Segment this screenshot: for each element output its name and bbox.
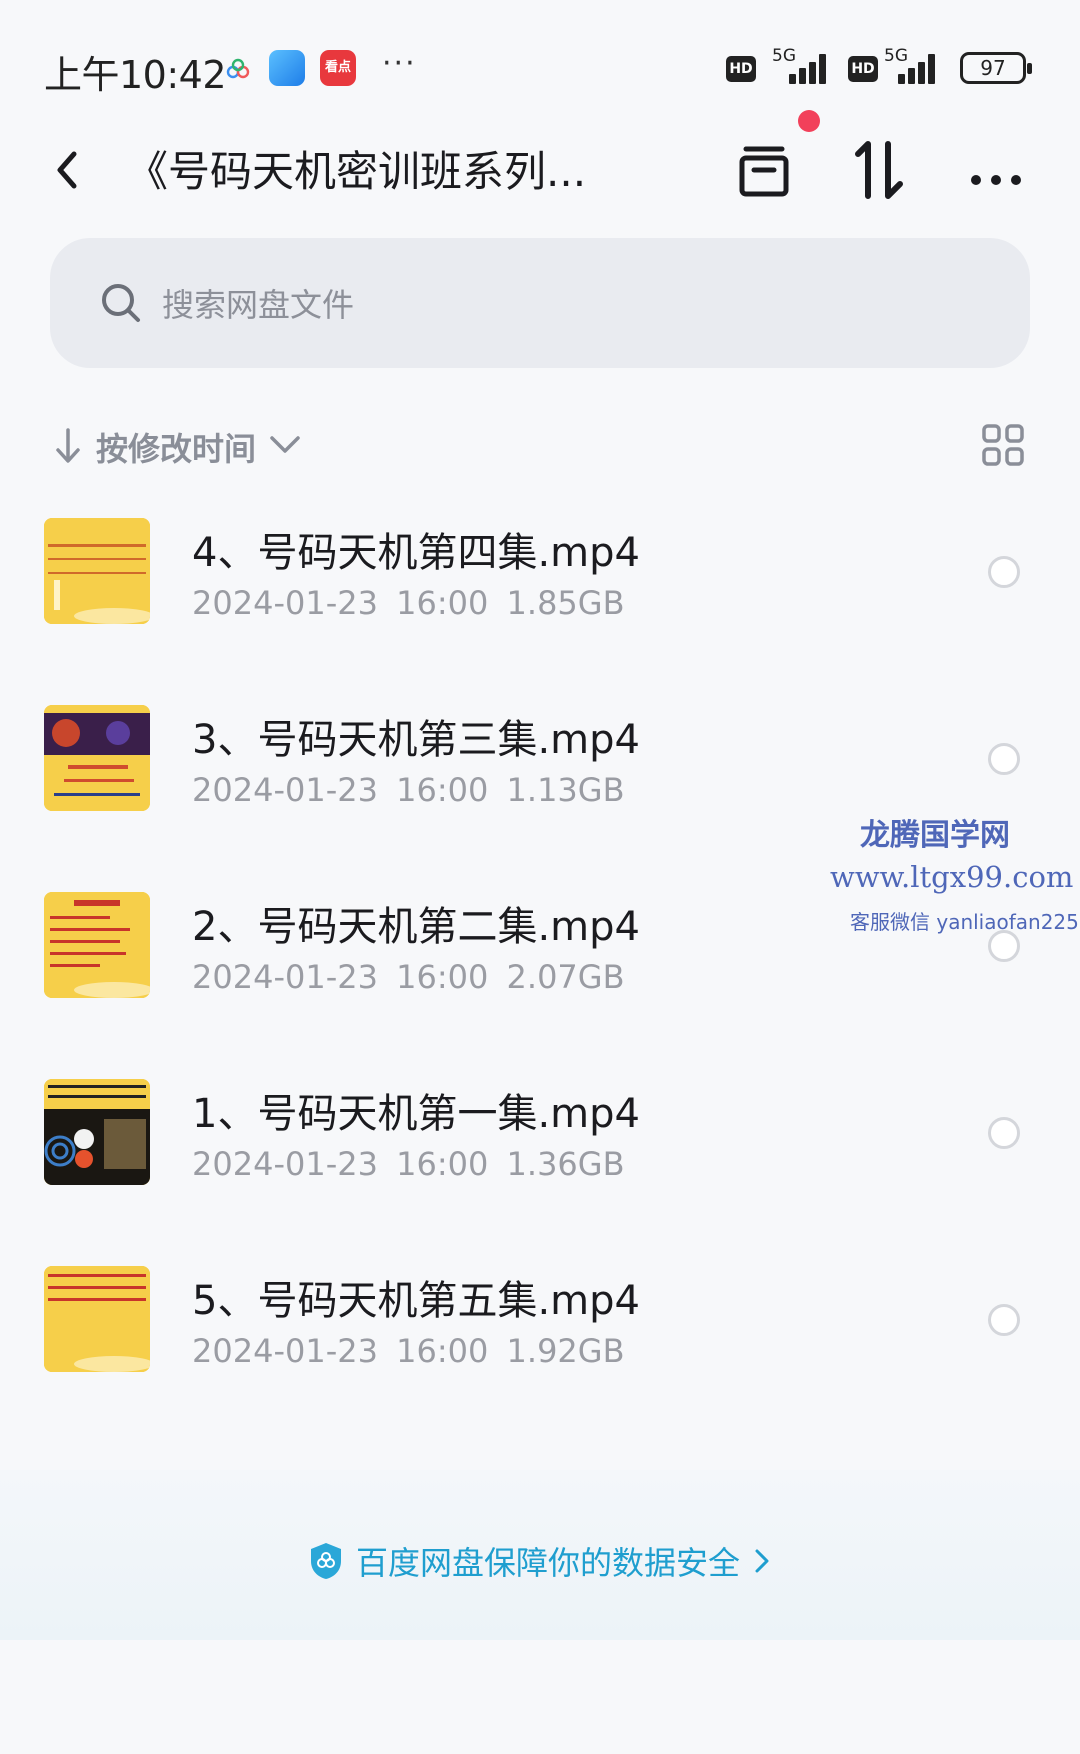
video-thumbnail (44, 705, 150, 811)
news-app-icon: 看点 (320, 50, 356, 86)
file-list: 4、号码天机第四集.mp4 2024-01-23 16:00 1.85GB 3、… (0, 500, 1080, 1435)
file-size: 1.92GB (506, 1332, 625, 1370)
file-name: 2、号码天机第二集.mp4 (192, 904, 640, 950)
sort-bar: 按修改时间 (0, 412, 1080, 474)
select-radio[interactable] (988, 556, 1020, 588)
watermark-title: 龙腾国学网 (860, 818, 1010, 853)
file-name: 1、号码天机第一集.mp4 (192, 1091, 640, 1137)
watermark-contact: 客服微信 yanliaofan225 (850, 910, 1079, 934)
folder-title: 《号码天机密训班系列... (126, 147, 587, 196)
file-row[interactable]: 5、号码天机第五集.mp4 2024-01-23 16:00 1.92GB (0, 1248, 1080, 1435)
data-safety-link[interactable]: 百度网盘保障你的数据安全 (0, 1538, 1080, 1589)
battery-indicator: 97 (960, 52, 1032, 84)
hd-voice-icon-2: HD (848, 56, 878, 82)
back-arrow-icon[interactable] (40, 140, 100, 200)
file-size: 2.07GB (506, 958, 625, 996)
file-time: 16:00 (396, 958, 489, 996)
sort-order-icon[interactable] (844, 134, 916, 206)
watermark-url: www.ltgx99.com (830, 860, 1074, 894)
shield-icon (310, 1543, 341, 1579)
file-time: 16:00 (396, 584, 489, 622)
chevron-down-icon[interactable] (268, 434, 302, 456)
video-thumbnail (44, 1079, 150, 1185)
video-thumbnail (44, 892, 150, 998)
video-thumbnail (44, 1266, 150, 1372)
search-icon (102, 284, 140, 322)
file-size: 1.36GB (506, 1145, 625, 1183)
signal-bars-icon (775, 54, 826, 84)
select-radio[interactable] (988, 743, 1020, 775)
file-meta: 2024-01-23 16:00 1.13GB (192, 771, 625, 809)
data-safety-text: 百度网盘保障你的数据安全 (355, 1544, 740, 1582)
file-time: 16:00 (396, 1145, 489, 1183)
file-name: 3、号码天机第三集.mp4 (192, 717, 640, 763)
file-row[interactable]: 2、号码天机第二集.mp4 2024-01-23 16:00 2.07GB (0, 874, 1080, 1061)
select-radio[interactable] (988, 1117, 1020, 1149)
file-time: 16:00 (396, 771, 489, 809)
browser-app-icon (269, 50, 305, 86)
file-meta: 2024-01-23 16:00 1.36GB (192, 1145, 625, 1183)
grid-view-icon[interactable] (980, 422, 1026, 468)
file-row[interactable]: 1、号码天机第一集.mp4 2024-01-23 16:00 1.36GB (0, 1061, 1080, 1248)
file-meta: 2024-01-23 16:00 2.07GB (192, 958, 625, 996)
file-date: 2024-01-23 (192, 771, 378, 809)
file-date: 2024-01-23 (192, 584, 378, 622)
file-meta: 2024-01-23 16:00 1.85GB (192, 584, 625, 622)
file-size: 1.13GB (506, 771, 625, 809)
video-thumbnail (44, 518, 150, 624)
file-time: 16:00 (396, 1332, 489, 1370)
notification-dot (798, 110, 820, 132)
signal-bars-icon-2 (892, 54, 942, 84)
file-meta: 2024-01-23 16:00 1.92GB (192, 1332, 625, 1370)
search-placeholder: 搜索网盘文件 (162, 286, 355, 324)
file-name: 4、号码天机第四集.mp4 (192, 530, 640, 576)
file-date: 2024-01-23 (192, 1145, 378, 1183)
chevron-right-icon (755, 1549, 769, 1573)
more-options-icon[interactable] (960, 134, 1032, 206)
transfer-list-icon[interactable] (728, 134, 800, 206)
status-bar: 上午10:42 看点 ··· HD 5G HD 5G 97 (0, 0, 1080, 130)
file-date: 2024-01-23 (192, 1332, 378, 1370)
file-size: 1.85GB (506, 584, 625, 622)
file-name: 5、号码天机第五集.mp4 (192, 1278, 640, 1324)
status-time: 上午10:42 (44, 53, 227, 97)
cloud-app-icon (226, 58, 250, 79)
hd-voice-icon: HD (726, 56, 756, 82)
top-nav-bar: 《号码天机密训班系列... (0, 120, 1080, 220)
file-date: 2024-01-23 (192, 958, 378, 996)
arrow-down-icon[interactable] (52, 426, 84, 466)
select-radio[interactable] (988, 1304, 1020, 1336)
search-bar[interactable]: 搜索网盘文件 (50, 238, 1030, 368)
status-more-icon: ··· (382, 46, 417, 81)
sort-by-modified-time[interactable]: 按修改时间 (96, 424, 256, 470)
file-row[interactable]: 4、号码天机第四集.mp4 2024-01-23 16:00 1.85GB (0, 500, 1080, 687)
